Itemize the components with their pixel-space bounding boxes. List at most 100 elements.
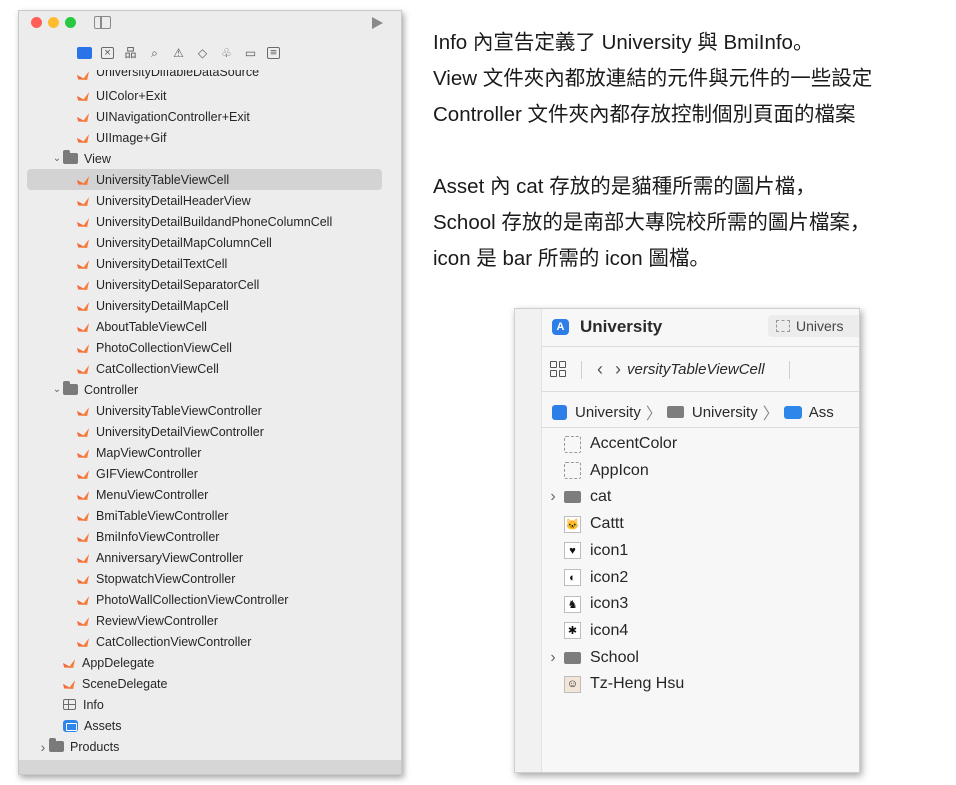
- chevron-right-icon[interactable]: ›: [542, 488, 564, 506]
- file-row-label: CatCollectionViewCell: [96, 361, 219, 376]
- asset-row[interactable]: ♥ icon1: [542, 538, 859, 564]
- file-row[interactable]: PhotoWallCollectionViewController: [19, 589, 401, 610]
- search-icon[interactable]: ⌕: [147, 46, 162, 61]
- file-row[interactable]: Info: [19, 694, 401, 715]
- folder-group-row[interactable]: ⌄ View: [19, 148, 401, 169]
- file-row-label: UniversityDetailSeparatorCell: [96, 277, 260, 292]
- folder-icon[interactable]: [77, 47, 92, 59]
- file-row[interactable]: UniversityTableViewController: [19, 400, 401, 421]
- swift-file-icon: [77, 638, 89, 647]
- chevron-right-icon[interactable]: ›: [37, 739, 49, 755]
- file-row[interactable]: BmiTableViewController: [19, 505, 401, 526]
- file-row[interactable]: ReviewViewController: [19, 610, 401, 631]
- file-row[interactable]: UIImage+Gif: [19, 127, 401, 148]
- run-icon[interactable]: [372, 17, 383, 29]
- file-row[interactable]: UniversityDetailMapCell: [19, 295, 401, 316]
- file-row[interactable]: StopwatchViewController: [19, 568, 401, 589]
- folder-group-row[interactable]: › Products: [19, 736, 401, 757]
- chevron-down-icon[interactable]: ⌄: [51, 384, 63, 395]
- file-row-label: Assets: [84, 718, 122, 733]
- hierarchy-icon[interactable]: 品: [123, 46, 138, 61]
- breakpoint-icon[interactable]: ▭: [243, 46, 258, 61]
- asset-row[interactable]: 🐱 Cattt: [542, 511, 859, 537]
- file-row[interactable]: CatCollectionViewCell: [19, 358, 401, 379]
- asset-row[interactable]: › cat: [542, 484, 859, 510]
- file-row[interactable]: GIFViewController: [19, 463, 401, 484]
- file-row[interactable]: AppDelegate: [19, 652, 401, 673]
- folder-group-row[interactable]: ⌄ Controller: [19, 379, 401, 400]
- swift-file-icon: [77, 92, 89, 101]
- file-row[interactable]: UniversityDiffableDataSource: [19, 64, 401, 85]
- app-icon-set-icon: [564, 462, 581, 480]
- divider: [542, 346, 859, 347]
- test-diamond-icon[interactable]: ◇: [195, 46, 210, 61]
- asset-row[interactable]: ☺ Tz-Heng Hsu: [542, 671, 859, 697]
- report-icon[interactable]: ≡: [267, 47, 280, 59]
- warning-icon[interactable]: ⚠: [171, 46, 186, 61]
- breadcrumb: University 〉 University 〉 Ass: [552, 400, 834, 424]
- description-line: icon 是 bar 所需的 icon 圖檔。: [433, 247, 710, 270]
- file-row[interactable]: MapViewController: [19, 442, 401, 463]
- file-row[interactable]: AboutTableViewCell: [19, 316, 401, 337]
- file-row-label: AboutTableViewCell: [96, 319, 207, 334]
- file-row[interactable]: Assets: [19, 715, 401, 736]
- file-row[interactable]: UIColor+Exit: [19, 85, 401, 106]
- zoom-window-button[interactable]: [65, 17, 76, 28]
- jump-bar-file[interactable]: versityTableViewCell: [627, 361, 765, 378]
- divider: [542, 427, 859, 428]
- file-row-label: CatCollectionViewController: [96, 634, 252, 649]
- file-row[interactable]: BmiInfoViewController: [19, 526, 401, 547]
- file-row[interactable]: UniversityDetailTextCell: [19, 253, 401, 274]
- file-row[interactable]: UniversityDetailHeaderView: [19, 190, 401, 211]
- swift-file-icon: [77, 533, 89, 542]
- asset-row[interactable]: ✱ icon4: [542, 618, 859, 644]
- swift-file-icon: [77, 302, 89, 311]
- file-row[interactable]: AnniversaryViewController: [19, 547, 401, 568]
- asset-row[interactable]: AccentColor: [542, 431, 859, 457]
- file-row[interactable]: SceneDelegate: [19, 673, 401, 694]
- swift-file-icon: [77, 260, 89, 269]
- icon3-thumbnail-icon: ♞: [564, 595, 581, 613]
- file-row-label: SceneDelegate: [82, 676, 168, 691]
- asset-row[interactable]: AppIcon: [542, 458, 859, 484]
- file-row[interactable]: MenuViewController: [19, 484, 401, 505]
- sidebar-toggle-icon[interactable]: [94, 16, 111, 29]
- file-row-label: AnniversaryViewController: [96, 550, 244, 565]
- file-row[interactable]: UniversityDetailMapColumnCell: [19, 232, 401, 253]
- close-window-button[interactable]: [31, 17, 42, 28]
- chevron-down-icon[interactable]: ⌄: [51, 153, 63, 164]
- minimize-window-button[interactable]: [48, 17, 59, 28]
- swift-file-icon: [77, 113, 89, 122]
- back-arrow-icon[interactable]: ‹: [597, 359, 603, 380]
- window-titlebar: [19, 11, 401, 41]
- file-row-label: UIColor+Exit: [96, 88, 167, 103]
- breadcrumb-group[interactable]: University: [692, 404, 758, 421]
- assets-icon: [783, 405, 802, 419]
- file-row[interactable]: UINavigationController+Exit: [19, 106, 401, 127]
- file-row[interactable]: UniversityDetailBuildandPhoneColumnCell: [19, 211, 401, 232]
- swift-file-icon: [77, 71, 89, 80]
- file-row[interactable]: CatCollectionViewController: [19, 631, 401, 652]
- source-control-icon[interactable]: ×: [101, 47, 114, 59]
- description-line: Info 內宣告定義了 University 與 BmiInfo。: [433, 31, 814, 54]
- related-items-grid-icon[interactable]: [550, 361, 567, 378]
- cat-thumbnail-icon: 🐱: [564, 515, 581, 533]
- file-row[interactable]: PhotoCollectionViewCell: [19, 337, 401, 358]
- swift-file-icon: [77, 218, 89, 227]
- file-row[interactable]: UniversityTableViewCell: [27, 169, 382, 190]
- editor-tab[interactable]: Univers: [768, 315, 859, 337]
- asset-row[interactable]: ♞ icon3: [542, 591, 859, 617]
- project-title-label: University: [580, 317, 663, 336]
- chevron-right-icon[interactable]: ›: [542, 649, 564, 667]
- file-row-label: UniversityTableViewController: [96, 403, 262, 418]
- breadcrumb-assets[interactable]: Ass: [809, 404, 834, 421]
- asset-row[interactable]: › School: [542, 645, 859, 671]
- project-title[interactable]: A University: [552, 317, 662, 337]
- file-row[interactable]: UniversityDetailSeparatorCell: [19, 274, 401, 295]
- forward-arrow-icon[interactable]: ›: [615, 359, 621, 380]
- breadcrumb-project[interactable]: University: [575, 404, 641, 421]
- asset-row[interactable]: ◐ icon2: [542, 565, 859, 591]
- debug-spray-icon[interactable]: ♧: [219, 46, 234, 61]
- file-row[interactable]: UniversityDetailViewController: [19, 421, 401, 442]
